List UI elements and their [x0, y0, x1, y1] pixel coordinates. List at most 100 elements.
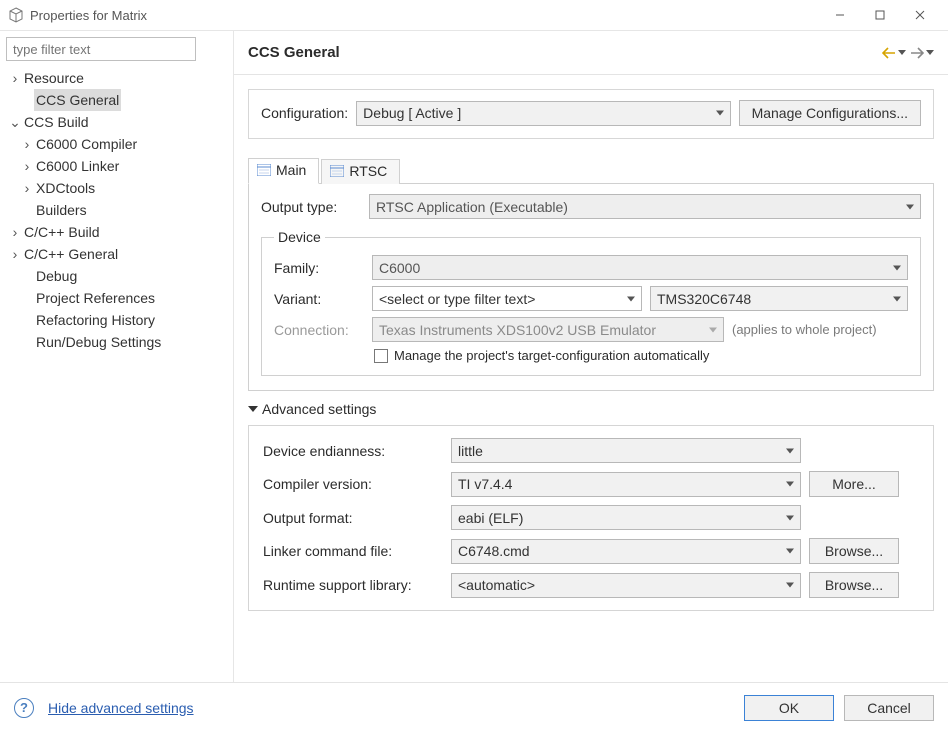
output-format-value: eabi (ELF)	[458, 510, 523, 526]
output-format-select[interactable]: eabi (ELF)	[451, 505, 801, 530]
tab-icon	[257, 164, 271, 176]
tab-main[interactable]: Main	[248, 158, 319, 184]
tree-item[interactable]: ·Builders	[6, 199, 227, 221]
output-type-label: Output type:	[261, 199, 361, 215]
variant-select[interactable]: TMS320C6748	[650, 286, 908, 311]
tree-expander-closed-icon[interactable]: ›	[20, 133, 34, 155]
tab-bar: Main RTSC	[248, 157, 934, 184]
advanced-settings-toggle[interactable]: Advanced settings	[248, 401, 934, 417]
tree-item[interactable]: ›Resource	[6, 67, 227, 89]
content-body: Configuration: Debug [ Active ] Manage C…	[234, 75, 948, 682]
tab-icon	[330, 165, 344, 177]
content-header: CCS General	[234, 31, 948, 75]
nav-back-button[interactable]	[882, 47, 906, 59]
linker-cmd-value: C6748.cmd	[458, 543, 530, 559]
compiler-version-value: TI v7.4.4	[458, 476, 512, 492]
chevron-down-icon	[627, 296, 635, 301]
endianness-select[interactable]: little	[451, 438, 801, 463]
tree-item[interactable]: ·Refactoring History	[6, 309, 227, 331]
app-icon	[8, 7, 24, 23]
tree-item[interactable]: ›C6000 Linker	[6, 155, 227, 177]
tree-item[interactable]: ·Project References	[6, 287, 227, 309]
nav-forward-button[interactable]	[910, 47, 934, 59]
configuration-select[interactable]: Debug [ Active ]	[356, 101, 730, 126]
connection-hint: (applies to whole project)	[732, 322, 877, 337]
connection-value: Texas Instruments XDS100v2 USB Emulator	[379, 322, 656, 338]
advanced-settings-group: Device endianness: little Compiler versi…	[248, 425, 934, 611]
family-value: C6000	[379, 260, 420, 276]
page-title: CCS General	[248, 44, 340, 61]
output-format-label: Output format:	[263, 510, 443, 526]
tree-expander-closed-icon[interactable]: ›	[20, 155, 34, 177]
tree-expander-closed-icon[interactable]: ›	[8, 221, 22, 243]
tree-item-label: CCS General	[34, 89, 121, 111]
runtime-browse-button[interactable]: Browse...	[809, 572, 899, 598]
tree-item[interactable]: ·Run/Debug Settings	[6, 331, 227, 353]
compiler-more-button[interactable]: More...	[809, 471, 899, 497]
footer: ? Hide advanced settings OK Cancel	[0, 682, 948, 732]
tree-item[interactable]: ›XDCtools	[6, 177, 227, 199]
family-select[interactable]: C6000	[372, 255, 908, 280]
main-area: ›Resource·CCS General⌄CCS Build›C6000 Co…	[0, 30, 948, 682]
compiler-version-label: Compiler version:	[263, 476, 443, 492]
tree-filter-input[interactable]	[6, 37, 196, 61]
linker-browse-button[interactable]: Browse...	[809, 538, 899, 564]
help-icon[interactable]: ?	[14, 698, 34, 718]
advanced-settings-label: Advanced settings	[262, 401, 376, 417]
tab-rtsc-label: RTSC	[349, 163, 387, 179]
hide-advanced-link[interactable]: Hide advanced settings	[48, 700, 194, 716]
tree-item[interactable]: ·CCS General	[6, 89, 227, 111]
tree-item[interactable]: ·Debug	[6, 265, 227, 287]
tree-expander-none: ·	[20, 199, 34, 221]
cancel-button[interactable]: Cancel	[844, 695, 934, 721]
chevron-down-icon	[786, 482, 794, 487]
tree-item-label: XDCtools	[34, 177, 97, 199]
output-type-value: RTSC Application (Executable)	[376, 199, 568, 215]
chevron-down-icon	[906, 204, 914, 209]
window-title: Properties for Matrix	[30, 8, 147, 23]
tree-expander-closed-icon[interactable]: ›	[8, 67, 22, 89]
ok-button[interactable]: OK	[744, 695, 834, 721]
tree-item[interactable]: ›C/C++ General	[6, 243, 227, 265]
tree-expander-none: ·	[20, 265, 34, 287]
tree-expander-none: ·	[20, 287, 34, 309]
tree: ›Resource·CCS General⌄CCS Build›C6000 Co…	[6, 67, 227, 353]
endianness-label: Device endianness:	[263, 443, 443, 459]
linker-cmd-select[interactable]: C6748.cmd	[451, 539, 801, 564]
chevron-down-icon	[893, 265, 901, 270]
minimize-button[interactable]	[820, 1, 860, 29]
maximize-button[interactable]	[860, 1, 900, 29]
tree-item[interactable]: ⌄CCS Build	[6, 111, 227, 133]
chevron-down-icon	[786, 448, 794, 453]
runtime-lib-value: <automatic>	[458, 577, 535, 593]
device-group: Device Family: C6000 Variant: <select or…	[261, 229, 921, 376]
variant-filter-combo[interactable]: <select or type filter text>	[372, 286, 642, 311]
runtime-lib-select[interactable]: <automatic>	[451, 573, 801, 598]
tree-item[interactable]: ›C/C++ Build	[6, 221, 227, 243]
variant-filter-placeholder: <select or type filter text>	[379, 291, 535, 307]
close-button[interactable]	[900, 1, 940, 29]
family-label: Family:	[274, 260, 364, 276]
tab-main-label: Main	[276, 162, 306, 178]
output-type-select[interactable]: RTSC Application (Executable)	[369, 194, 921, 219]
chevron-down-icon	[709, 327, 717, 332]
tree-item-label: Builders	[34, 199, 89, 221]
configuration-value: Debug [ Active ]	[363, 105, 461, 121]
variant-label: Variant:	[274, 291, 364, 307]
tree-expander-closed-icon[interactable]: ›	[8, 243, 22, 265]
manage-configurations-button[interactable]: Manage Configurations...	[739, 100, 921, 126]
tree-expander-closed-icon[interactable]: ›	[20, 177, 34, 199]
manage-target-checkbox[interactable]	[374, 349, 388, 363]
tab-rtsc[interactable]: RTSC	[321, 159, 400, 184]
variant-value: TMS320C6748	[657, 291, 751, 307]
tree-item[interactable]: ›C6000 Compiler	[6, 133, 227, 155]
tree-item-label: CCS Build	[22, 111, 91, 133]
runtime-lib-label: Runtime support library:	[263, 577, 443, 593]
configuration-label: Configuration:	[261, 105, 348, 121]
content-panel: CCS General Configuration: Debug [ Activ…	[234, 31, 948, 682]
tree-expander-open-icon[interactable]: ⌄	[8, 111, 22, 133]
tree-item-label: Refactoring History	[34, 309, 157, 331]
tab-main-body: Output type: RTSC Application (Executabl…	[248, 184, 934, 391]
tree-panel: ›Resource·CCS General⌄CCS Build›C6000 Co…	[0, 31, 234, 682]
compiler-version-select[interactable]: TI v7.4.4	[451, 472, 801, 497]
